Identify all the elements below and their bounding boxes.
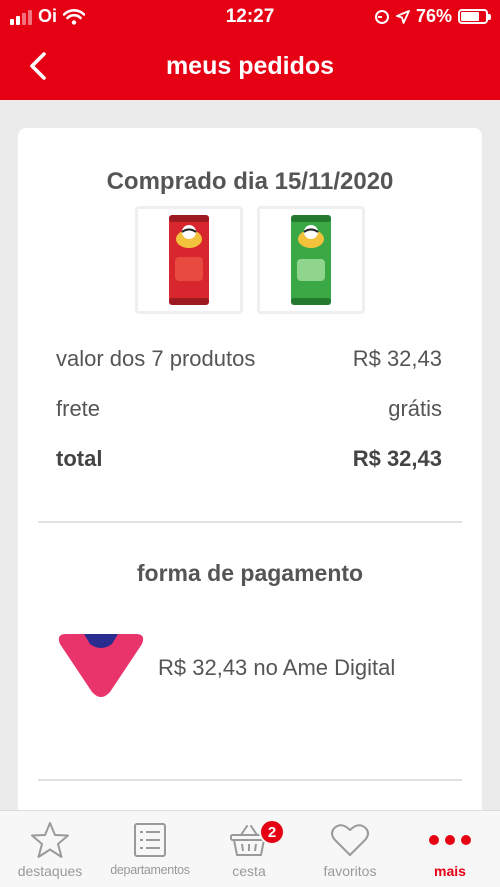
tab-departamentos[interactable]: departamentos [98, 811, 202, 887]
total-row: total R$ 32,43 [56, 446, 442, 472]
star-icon [31, 822, 69, 858]
battery-fill [461, 12, 480, 21]
items-label: valor dos 7 produtos [56, 346, 256, 371]
status-bar: Oi 12:27 76% [0, 0, 500, 34]
items-value-row: valor dos 7 produtos R$ 32,43 [56, 346, 442, 372]
divider [38, 779, 462, 781]
total-value: R$ 32,43 [352, 446, 442, 471]
more-dots-icon [429, 835, 471, 845]
page-title: meus pedidos [165, 52, 335, 80]
location-arrow-icon [396, 9, 410, 24]
heart-icon [331, 824, 369, 856]
tab-label: favoritos [323, 863, 377, 879]
payment-title: forma de pagamento [136, 560, 364, 586]
location-lock-icon [374, 9, 389, 24]
order-card: Comprado dia 15/11/2020 valor dos 7 prod… [18, 128, 482, 848]
pringles-can-red-image [169, 215, 209, 305]
divider [38, 521, 462, 523]
tab-favoritos[interactable]: favoritos [300, 811, 400, 887]
battery-icon [458, 9, 491, 24]
payment-description: R$ 32,43 no Ame Digital [158, 655, 396, 680]
tab-label: destaques [17, 863, 83, 879]
cart-count-badge: 2 [259, 819, 285, 845]
tab-label: mais [434, 863, 466, 879]
shipping-label: frete [56, 396, 101, 421]
pringles-can-green-image [291, 215, 331, 305]
app-header: meus pedidos [0, 34, 500, 100]
ame-digital-logo-icon [58, 634, 144, 697]
battery-percent: 76% [415, 6, 452, 26]
order-date: Comprado dia 15/11/2020 [106, 168, 394, 195]
shipping-row: frete grátis [56, 396, 442, 422]
tab-mais[interactable]: mais [404, 811, 496, 887]
items-value: R$ 32,43 [352, 346, 442, 371]
tab-label: departamentos [110, 863, 190, 877]
total-label: total [56, 446, 103, 471]
bottom-tab-bar: destaques departamentos 2 cesta favorito… [0, 810, 500, 887]
product-thumbnail[interactable] [135, 206, 243, 314]
tab-destaques[interactable]: destaques [4, 811, 96, 887]
product-thumbnails [135, 206, 365, 314]
tab-cesta[interactable]: 2 cesta [204, 811, 294, 887]
tab-label: cesta [232, 863, 266, 879]
shipping-value: grátis [388, 396, 442, 421]
list-icon [134, 823, 166, 857]
product-thumbnail[interactable] [257, 206, 365, 314]
